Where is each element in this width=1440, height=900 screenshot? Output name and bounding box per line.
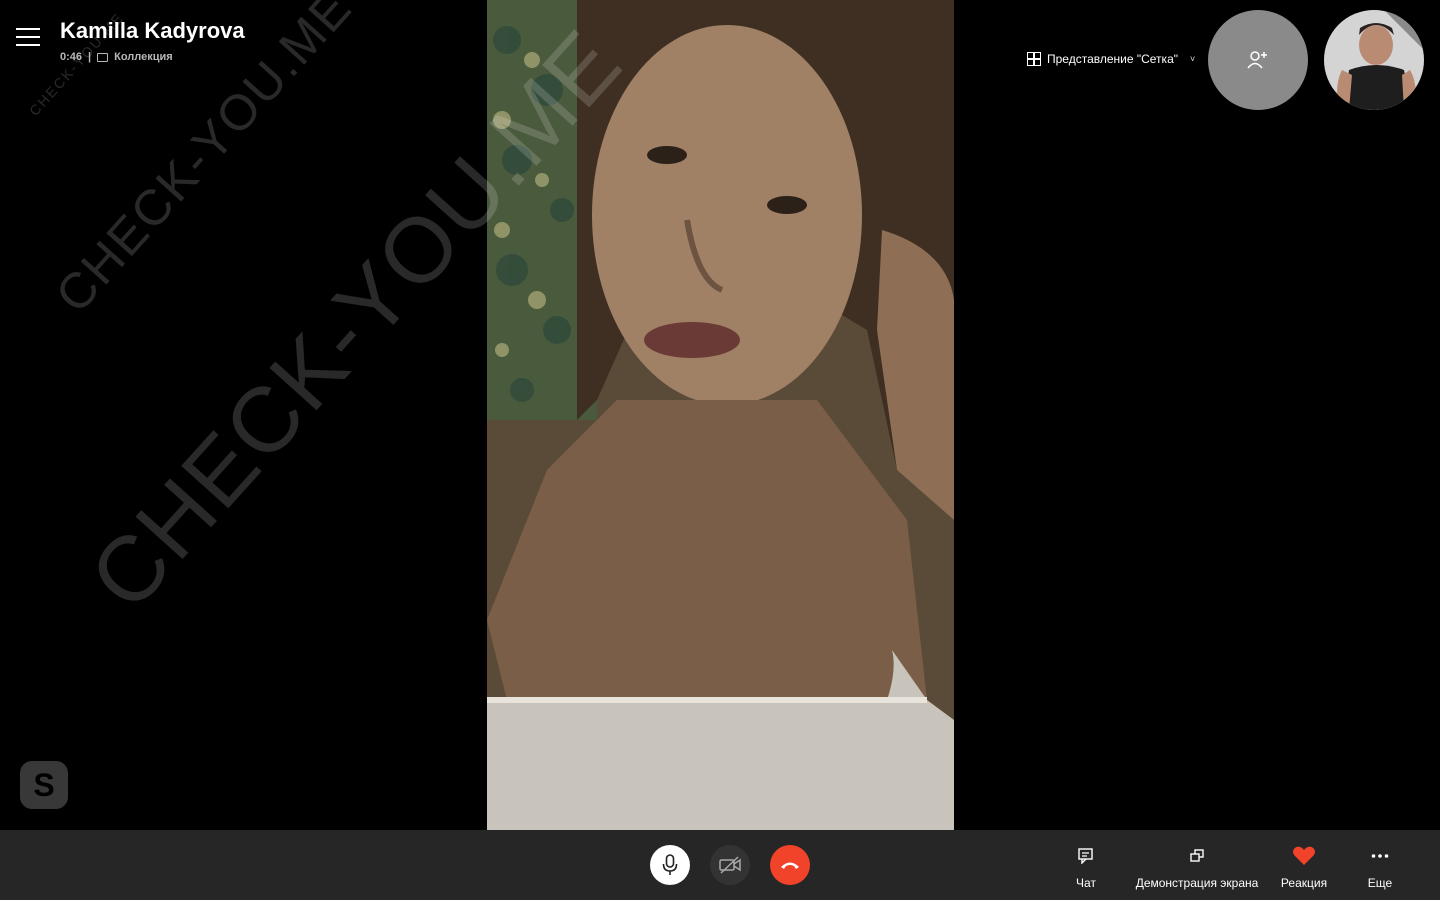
skype-logo: S [20, 761, 68, 809]
collection-label[interactable]: Коллекция [114, 51, 173, 63]
screen-share-button[interactable]: Демонстрация экрана [1132, 844, 1262, 890]
caller-name: Kamilla Kadyrova [60, 18, 245, 43]
hamburger-menu-icon[interactable] [16, 28, 40, 48]
more-label: Еще [1367, 876, 1393, 890]
grid-icon [1027, 52, 1041, 66]
chat-label: Чат [1076, 876, 1096, 890]
meta-separator: | [88, 51, 92, 63]
chat-icon [1078, 844, 1094, 868]
video-frame-illustration [487, 0, 954, 830]
microphone-button[interactable] [650, 845, 690, 885]
collection-icon [97, 52, 109, 62]
reaction-button[interactable]: Реакция [1279, 844, 1329, 890]
heart-icon [1292, 844, 1316, 868]
hang-up-button[interactable] [770, 845, 810, 885]
self-preview-illustration [1324, 10, 1424, 110]
screen-share-icon [1189, 844, 1205, 868]
view-mode-toggle[interactable]: Представление "Сетка" ˅ [1027, 52, 1195, 66]
reaction-label: Реакция [1280, 876, 1328, 890]
call-meta: 0:46 | Коллекция [60, 51, 173, 63]
more-dots-icon [1371, 844, 1389, 868]
screen-share-label: Демонстрация экрана [1135, 876, 1259, 890]
more-options-button[interactable]: Еще [1360, 844, 1400, 890]
add-participant-button[interactable] [1208, 10, 1308, 110]
hang-up-icon [781, 862, 799, 869]
microphone-icon [662, 854, 678, 875]
watermark-medium: CHECK-YOU.ME [44, 0, 363, 324]
remote-video-feed [487, 0, 954, 830]
call-window: CHECK-YOU.ME CHECK-YOU.ME CHECK-YOU.ME K… [0, 0, 1440, 900]
chevron-down-icon: ˅ [1190, 54, 1196, 64]
call-controls-toolbar: Чат Демонстрация экрана Реакция Еще [0, 830, 1440, 900]
call-duration: 0:46 [60, 51, 83, 63]
video-toggle-button[interactable] [710, 845, 750, 885]
add-person-icon [1247, 51, 1267, 69]
view-mode-label: Представление "Сетка" [1047, 52, 1179, 66]
chat-button[interactable]: Чат [1066, 844, 1106, 890]
video-off-icon [719, 856, 741, 874]
self-video-preview[interactable] [1324, 10, 1424, 110]
